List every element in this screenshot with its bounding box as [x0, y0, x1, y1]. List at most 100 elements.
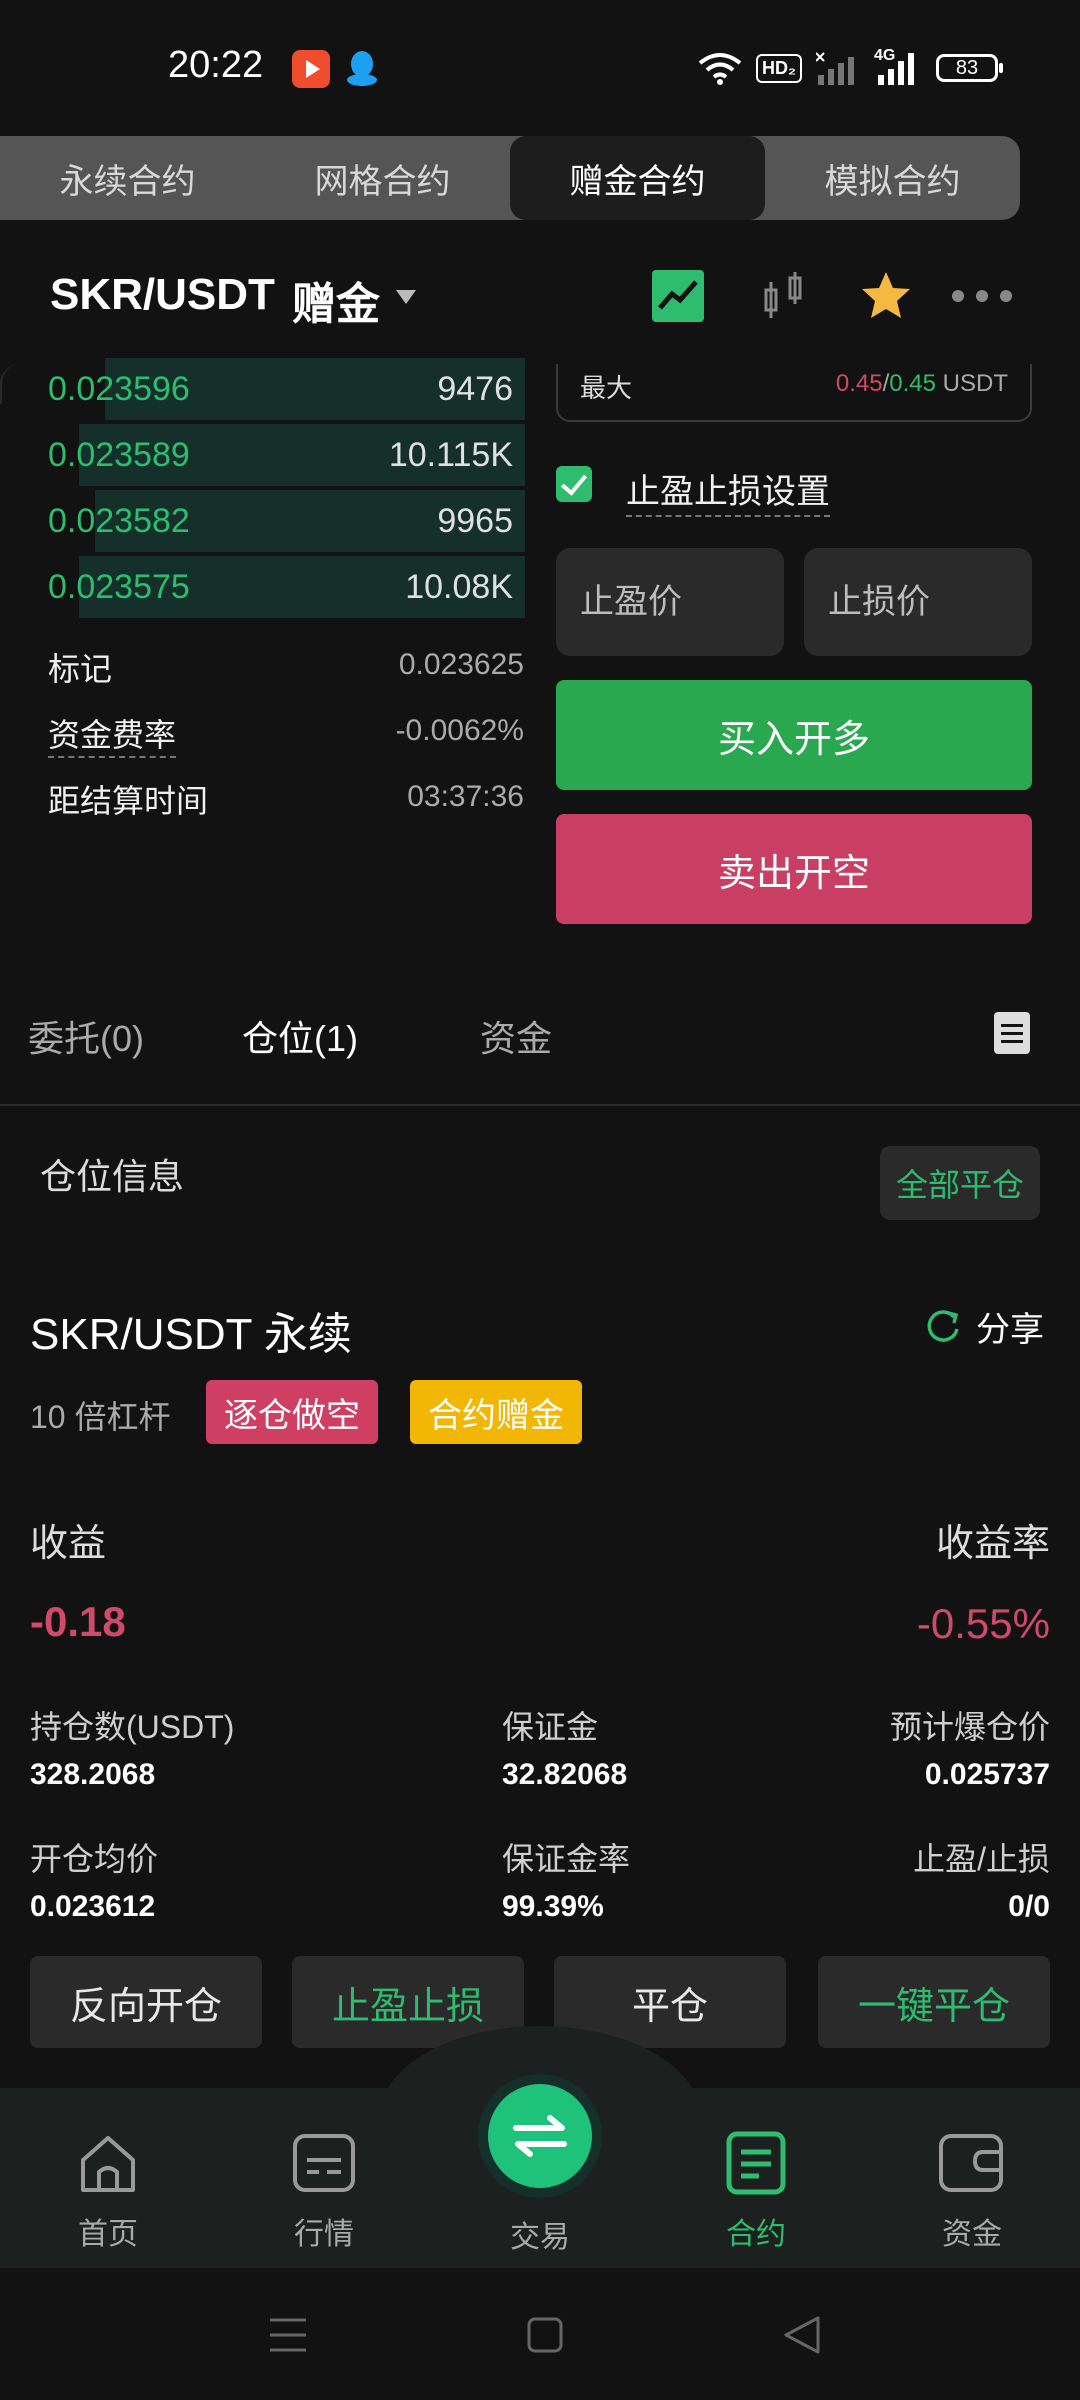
pnl-value: -0.18 [30, 1598, 126, 1645]
orderbook-row[interactable]: 0.023575 10.08K [0, 554, 525, 620]
tpsl-settings-label[interactable]: 止盈止损设置 [626, 464, 830, 517]
wallet-icon [939, 2134, 1003, 2192]
battery-icon: 83 [936, 54, 1003, 82]
status-bar: 20:22 HD₂ 4G 83 [0, 0, 1080, 136]
back-icon[interactable] [782, 2314, 822, 2356]
tpsl-checkbox[interactable] [556, 466, 592, 502]
bid-qty: 9476 [437, 370, 513, 408]
pnl-rate-value: -0.55% [916, 1600, 1050, 1647]
history-doc-icon[interactable] [994, 1012, 1030, 1054]
swap-icon [513, 2115, 567, 2157]
tab-positions[interactable]: 仓位(1) [242, 1010, 358, 1062]
margin-label: 保证金 [502, 1709, 599, 1745]
orderbook-row[interactable]: 0.023589 10.115K [0, 422, 525, 488]
wifi-icon [698, 53, 742, 85]
pair-title[interactable]: SKR/USDT [50, 270, 275, 320]
contract-icon [726, 2131, 786, 2195]
liq-price-label: 预计爆仓价 [889, 1709, 1050, 1745]
candlestick-icon[interactable] [756, 268, 812, 324]
funding-rate-label[interactable]: 资金费率 [48, 710, 177, 758]
entry-price-value: 0.023612 [30, 1890, 156, 1923]
nav-wallet[interactable]: 资金 [864, 2130, 1080, 2253]
quick-close-button[interactable]: 一键平仓 [818, 1956, 1050, 2048]
position-pair-title: SKR/USDT 永续 [30, 1310, 352, 1359]
section-divider [0, 1104, 1080, 1106]
tpsl-label: 止盈/止损 [913, 1841, 1050, 1877]
bid-price: 0.023596 [48, 370, 190, 408]
home-square-icon[interactable] [526, 2316, 564, 2354]
tab-orders[interactable]: 委托(0) [28, 1010, 144, 1062]
stop-loss-input[interactable] [804, 548, 1032, 656]
size-value: 328.2068 [30, 1758, 156, 1791]
pair-dropdown-icon[interactable] [396, 290, 416, 304]
share-icon [927, 1310, 959, 1342]
isolated-short-badge: 逐仓做空 [206, 1380, 378, 1444]
nav-market-label: 行情 [294, 2218, 354, 2251]
settlement-countdown: 03:37:36 [407, 780, 524, 813]
take-profit-input[interactable] [556, 548, 784, 656]
signal-weak-icon [816, 52, 854, 85]
orderbook-row[interactable]: 0.023582 9965 [0, 488, 525, 554]
margin-ratio-label: 保证金率 [502, 1841, 631, 1877]
hd-voice-icon: HD₂ [756, 53, 802, 83]
mark-price-label: 标记 [48, 651, 113, 687]
share-label: 分享 [976, 1310, 1044, 1349]
chart-line-icon[interactable] [650, 268, 706, 324]
orderbook-row[interactable]: 0.023596 9476 [0, 356, 525, 422]
system-nav-bar [0, 2268, 1080, 2400]
bid-qty: 10.115K [388, 436, 513, 474]
margin-ratio-value: 99.39% [502, 1890, 604, 1923]
close-all-button[interactable]: 全部平仓 [880, 1146, 1040, 1220]
entry-price-label: 开仓均价 [30, 1841, 159, 1877]
size-label: 持仓数(USDT) [30, 1709, 235, 1745]
funding-rate-value: -0.0062% [395, 714, 524, 747]
nav-wallet-label: 资金 [942, 2218, 1002, 2251]
status-time: 20:22 [168, 44, 264, 86]
tab-demo[interactable]: 模拟合约 [765, 136, 1020, 220]
tab-perpetual[interactable]: 永续合约 [0, 136, 255, 220]
bid-price: 0.023582 [48, 502, 190, 540]
nav-home-label: 首页 [78, 2218, 138, 2251]
home-icon [81, 2136, 135, 2192]
nav-trade-button[interactable] [488, 2084, 592, 2188]
contract-type-tabs: 永续合约 网格合约 赠金合约 模拟合约 [0, 136, 1020, 220]
system-icons: HD₂ 4G 83 [698, 47, 1003, 88]
tab-assets[interactable]: 资金 [480, 1010, 552, 1062]
nav-home[interactable]: 首页 [0, 2130, 216, 2253]
more-icon[interactable] [950, 268, 1014, 324]
bid-qty: 10.08K [405, 568, 513, 606]
tpsl-value: 0/0 [1008, 1890, 1050, 1923]
tab-grid[interactable]: 网格合约 [255, 136, 510, 220]
settlement-label: 距结算时间 [48, 783, 209, 819]
qq-app-icon [347, 51, 377, 86]
leverage-label: 10 倍杠杆 [30, 1399, 171, 1435]
margin-value: 32.82068 [502, 1758, 628, 1791]
reverse-position-button[interactable]: 反向开仓 [30, 1956, 262, 2048]
sell-short-button[interactable]: 卖出开空 [556, 814, 1032, 924]
nav-contract-label: 合约 [726, 2218, 786, 2251]
buy-long-button[interactable]: 买入开多 [556, 680, 1032, 790]
mark-price-value: 0.023625 [398, 648, 524, 681]
bid-price: 0.023575 [48, 568, 190, 606]
max-label: 最大 [580, 373, 633, 403]
bid-qty: 9965 [437, 502, 513, 540]
nav-trade-label: 交易 [510, 2221, 570, 2254]
bid-price: 0.023589 [48, 436, 190, 474]
liq-price-value: 0.025737 [924, 1758, 1050, 1791]
nav-contract[interactable]: 合约 [648, 2130, 864, 2253]
nav-market[interactable]: 行情 [216, 2130, 432, 2253]
max-amount-box: 最大 0.45/0.45 USDT [556, 364, 1032, 422]
position-info-title: 仓位信息 [40, 1156, 185, 1197]
menu-icon[interactable] [268, 2316, 308, 2354]
share-button[interactable]: 分享 [924, 1304, 1044, 1349]
max-value: 0.45/0.45 USDT [835, 370, 1008, 397]
favorite-star-icon[interactable] [858, 268, 914, 324]
pair-subtitle[interactable]: 赠金 [292, 268, 380, 332]
tab-bonus[interactable]: 赠金合约 [510, 136, 765, 220]
pnl-rate-label: 收益率 [935, 1523, 1050, 1565]
bonus-badge: 合约赠金 [410, 1380, 582, 1444]
market-icon [293, 2134, 355, 2192]
video-app-icon [292, 50, 330, 88]
pnl-label: 收益 [30, 1523, 107, 1565]
signal-4g-icon: 4G [874, 47, 922, 85]
